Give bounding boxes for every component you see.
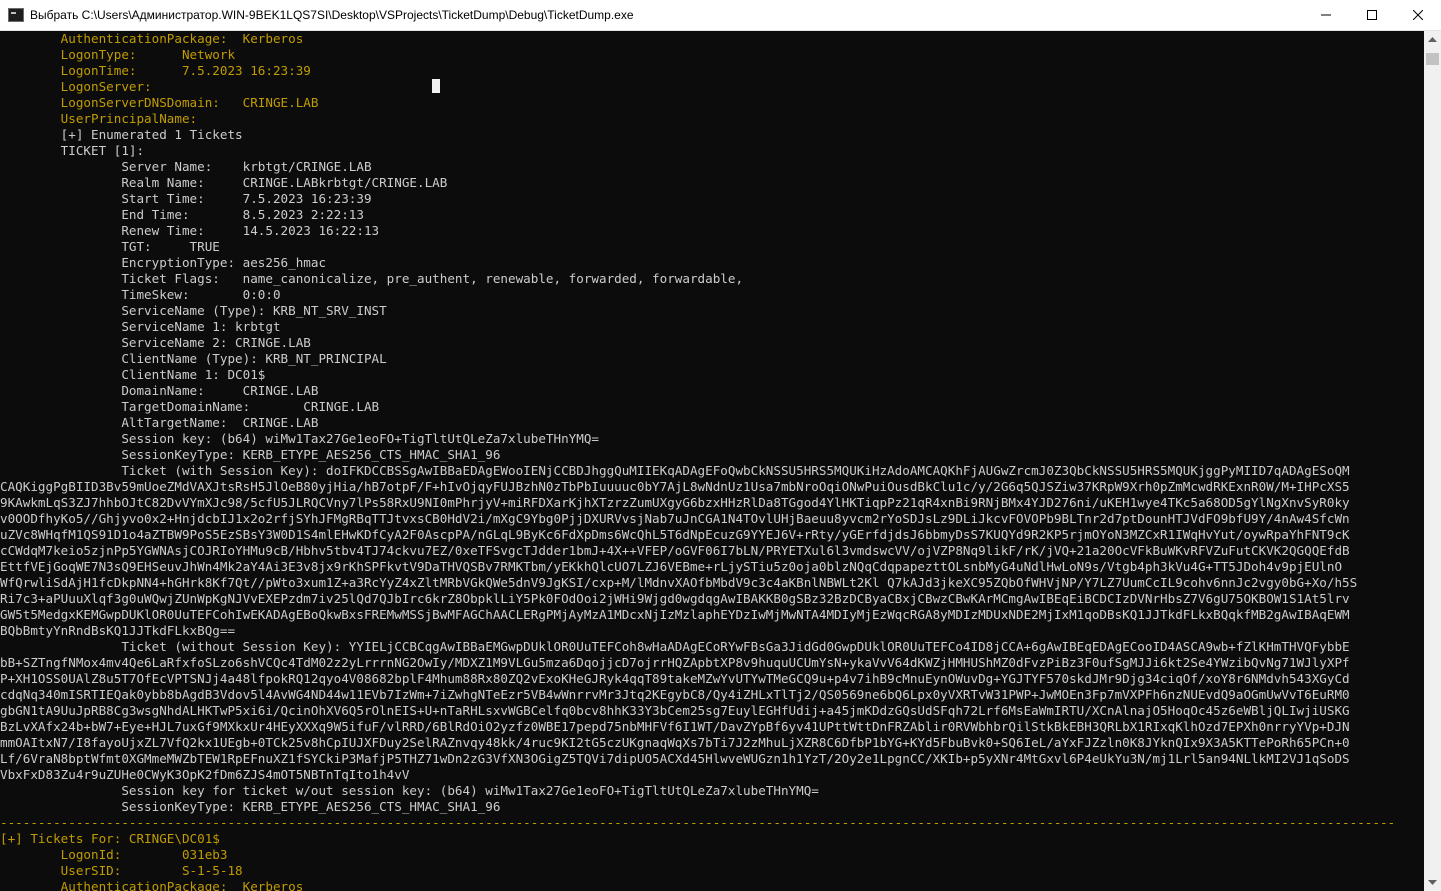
scroll-down-arrow-icon bbox=[1428, 880, 1437, 885]
title-bar[interactable]: Выбрать C:\Users\Администратор.WIN-9BEK1… bbox=[0, 0, 1441, 31]
console-line: Realm Name: CRINGE.LABkrbtgt/CRINGE.LAB bbox=[0, 175, 448, 190]
maximize-icon bbox=[1367, 10, 1377, 20]
console-line: SessionKeyType: KERB_ETYPE_AES256_CTS_HM… bbox=[0, 447, 501, 462]
console-line: Lf/6VraN8bptWfmt0XGMmeMWZbTEW1RpEFnuXZ1f… bbox=[0, 751, 1350, 766]
console-app-icon bbox=[8, 8, 24, 22]
console-line: ----------------------------------------… bbox=[0, 815, 1396, 830]
console-line: Ticket Flags: name_canonicalize, pre_aut… bbox=[0, 271, 744, 286]
console-line: DomainName: CRINGE.LAB bbox=[0, 383, 319, 398]
console-line: LogonId: 031eb3 bbox=[0, 847, 228, 862]
close-button[interactable] bbox=[1395, 0, 1441, 30]
console-line: Start Time: 7.5.2023 16:23:39 bbox=[0, 191, 372, 206]
console-line: mmOAItxN7/I8fayoUjxZL7VfQ2kx1UEgb+0TCk25… bbox=[0, 735, 1350, 750]
console-line: AuthenticationPackage: Kerberos bbox=[0, 879, 304, 891]
console-line: End Time: 8.5.2023 2:22:13 bbox=[0, 207, 364, 222]
console-line: [+] Enumerated 1 Tickets bbox=[0, 127, 243, 142]
console-line: Session key for ticket w/out session key… bbox=[0, 783, 819, 798]
console-line: EttfVEjGoqWE7N3sQ9EHSeuvJhWn4Mk2aY4Ai3E3… bbox=[0, 559, 1343, 574]
text-cursor bbox=[432, 79, 440, 93]
console-line: AltTargetName: CRINGE.LAB bbox=[0, 415, 319, 430]
console-line: cdqNq340mISRTIEQak0ybb8bAgdB3Vdov5l4AvWG… bbox=[0, 687, 1350, 702]
console-line: LogonTime: 7.5.2023 16:23:39 bbox=[0, 63, 311, 78]
console-line: v0OODfhyKo5//Ghjyvo0x2+HnjdcbIJ1x2o2rfjS… bbox=[0, 511, 1350, 526]
console-line: P+XH1OSS0UAlZ8u5T7OfEcVPTSNJj4a48lfpokRQ… bbox=[0, 671, 1350, 686]
console-line: VbxFxD83Zu4r9uZUHe0CWyK3OpK2fDm6ZJS4mOT5… bbox=[0, 767, 410, 782]
console-line: UserPrincipalName: bbox=[0, 111, 198, 126]
console-line: Renew Time: 14.5.2023 16:22:13 bbox=[0, 223, 380, 238]
scroll-up-arrow-icon bbox=[1428, 37, 1437, 42]
console-line: AuthenticationPackage: Kerberos bbox=[0, 31, 304, 46]
console-line: ClientName 1: DC01$ bbox=[0, 367, 266, 382]
console-line: ClientName (Type): KRB_NT_PRINCIPAL bbox=[0, 351, 387, 366]
console-line: LogonServer: bbox=[0, 79, 152, 94]
console-line: 9KAwkmLqS3ZJ7hhbOJtC82DvVYmXJc98/5cfU5JL… bbox=[0, 495, 1350, 510]
window-controls bbox=[1303, 0, 1441, 30]
console-line: bB+SZTngfNMox4mv4Qe6LaRfxfoSLzo6shVCQc4T… bbox=[0, 655, 1350, 670]
console-line: SessionKeyType: KERB_ETYPE_AES256_CTS_HM… bbox=[0, 799, 501, 814]
scroll-down-button[interactable] bbox=[1424, 874, 1441, 891]
console-line: Ticket (without Session Key): YYIELjCCBC… bbox=[0, 639, 1350, 654]
console-line: uZVc8WHqfM1QS91D1o4aZTBW9PoS5EzSBsY3W0D1… bbox=[0, 527, 1350, 542]
minimize-button[interactable] bbox=[1303, 0, 1349, 30]
scrollbar-thumb[interactable] bbox=[1426, 53, 1439, 65]
console-line: [+] Tickets For: CRINGE\DC01$ bbox=[0, 831, 220, 846]
console-line: Server Name: krbtgt/CRINGE.LAB bbox=[0, 159, 372, 174]
scroll-up-button[interactable] bbox=[1424, 31, 1441, 48]
console-line: LogonType: Network bbox=[0, 47, 236, 62]
console-line: WfQrwliSdAjH1fcDkpNN4+hGHrk8Kf7Qt//pWto3… bbox=[0, 575, 1358, 590]
console-line: ServiceName 2: CRINGE.LAB bbox=[0, 335, 311, 350]
console-line: ServiceName 1: krbtgt bbox=[0, 319, 281, 334]
console-line: TimeSkew: 0:0:0 bbox=[0, 287, 281, 302]
console-output[interactable]: AuthenticationPackage: Kerberos LogonTyp… bbox=[0, 31, 1424, 891]
console-window: Выбрать C:\Users\Администратор.WIN-9BEK1… bbox=[0, 0, 1441, 891]
window-title: Выбрать C:\Users\Администратор.WIN-9BEK1… bbox=[30, 8, 634, 22]
console-line: UserSID: S-1-5-18 bbox=[0, 863, 243, 878]
console-line: Session key: (b64) wiMw1Tax27Ge1eoFO+Tig… bbox=[0, 431, 599, 446]
console-line: BzLvXAfx24b+bW7+Eye+HJL7uxGf9MXkxUr4HEyX… bbox=[0, 719, 1350, 734]
console-line: TargetDomainName: CRINGE.LAB bbox=[0, 399, 380, 414]
vertical-scrollbar[interactable] bbox=[1424, 31, 1441, 891]
maximize-button[interactable] bbox=[1349, 0, 1395, 30]
console-line: GW5t5MedgxKEMGwpDUKlOR0UuTEFCohIwEKADAgE… bbox=[0, 607, 1350, 622]
console-line: TGT: TRUE bbox=[0, 239, 220, 254]
console-line: LogonServerDNSDomain: CRINGE.LAB bbox=[0, 95, 319, 110]
console-line: Ri7c3+aPUuuXlqf3g0uWQwjZUnWpKgNJVvEXEPzd… bbox=[0, 591, 1350, 606]
console-line: ServiceName (Type): KRB_NT_SRV_INST bbox=[0, 303, 387, 318]
console-line: CAQKiggPgBIID3Bv59mUoeZMdVAXJtsRsH5JlOeB… bbox=[0, 479, 1350, 494]
console-line: gbGN1tA9UuJpRB8Cg3wsgNhdALHKTwP5xi6i/Qci… bbox=[0, 703, 1350, 718]
console-line: TICKET [1]: bbox=[0, 143, 145, 158]
console-line: cCWdqM7keio5zjnPp5YGWNAsjCOJRIoYHMu9cB/H… bbox=[0, 543, 1350, 558]
close-icon bbox=[1413, 10, 1423, 20]
console-line: EncryptionType: aes256_hmac bbox=[0, 255, 327, 270]
console-line: Ticket (with Session Key): doIFKDCCBSSgA… bbox=[0, 463, 1350, 478]
minimize-icon bbox=[1321, 14, 1331, 16]
console-line: BQbBmtyYnRndBsKQ1JJTkdFLkxBQg== bbox=[0, 623, 236, 638]
